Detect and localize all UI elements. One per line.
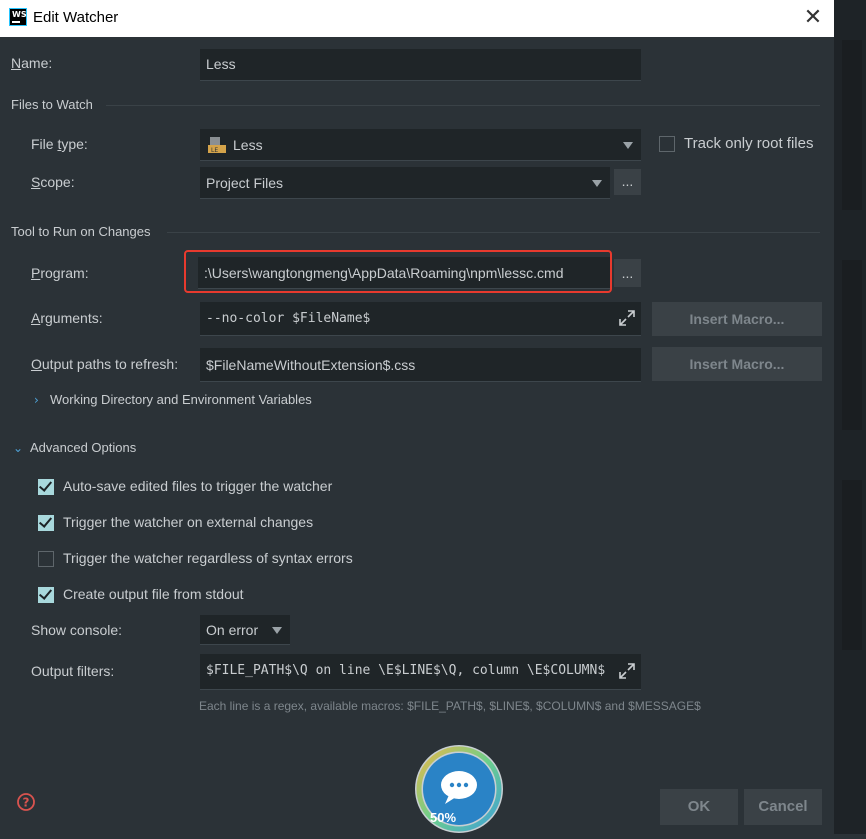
name-input[interactable]: Less — [200, 49, 641, 81]
advanced-options-toggle[interactable]: Advanced Options — [30, 440, 136, 455]
option-label: Create output file from stdout — [63, 586, 244, 602]
option-label: Trigger the watcher regardless of syntax… — [63, 550, 353, 566]
svg-text:?: ? — [23, 796, 30, 810]
expand-icon[interactable] — [618, 662, 636, 680]
webstorm-app-icon: WS — [9, 8, 27, 26]
program-browse-button[interactable]: ... — [614, 259, 641, 287]
background-window-strip — [834, 0, 866, 834]
scope-browse-button[interactable]: ... — [614, 169, 641, 195]
output-filters-input[interactable]: $FILE_PATH$\Q on line \E$LINE$\Q, column… — [200, 654, 641, 690]
name-label: Name: — [11, 55, 53, 71]
arguments-label: Arguments: — [31, 310, 103, 326]
chevron-down-icon — [623, 142, 633, 149]
track-root-label: Track only root files — [684, 135, 814, 152]
chevron-down-icon — [272, 627, 282, 634]
section-separator — [167, 232, 820, 233]
chevron-down-icon[interactable]: ⌄ — [13, 441, 23, 455]
help-icon[interactable]: ? — [16, 792, 36, 812]
section-separator — [106, 105, 820, 106]
option-checkbox[interactable] — [38, 587, 54, 603]
option-label: Auto-save edited files to trigger the wa… — [63, 478, 333, 494]
output-paths-input[interactable]: $FileNameWithoutExtension$.css — [200, 348, 641, 382]
files-to-watch-section-title: Files to Watch — [11, 97, 93, 112]
ok-button[interactable]: OK — [660, 789, 738, 825]
file-type-select[interactable]: LE Less — [200, 129, 641, 161]
scope-label: Scope: — [31, 174, 75, 190]
expand-icon[interactable] — [618, 309, 636, 327]
scope-select[interactable]: Project Files — [200, 167, 610, 199]
option-checkbox[interactable] — [38, 515, 54, 531]
dialog-body: Name: Less Files to Watch File type: LE … — [0, 37, 834, 834]
assistant-overlay-widget[interactable]: 50% — [411, 741, 507, 834]
output-filters-label: Output filters: — [31, 663, 115, 679]
output-filters-hint: Each line is a regex, available macros: … — [199, 699, 701, 713]
cancel-button[interactable]: Cancel — [744, 789, 822, 825]
option-label: Trigger the watcher on external changes — [63, 514, 314, 530]
show-console-value: On error — [206, 622, 259, 638]
scope-value: Project Files — [206, 175, 284, 191]
close-icon[interactable]: ✕ — [800, 5, 826, 31]
program-label: Program: — [31, 265, 89, 281]
highlight-annotation — [184, 250, 612, 293]
less-file-icon: LE — [208, 136, 226, 154]
chevron-right-icon[interactable]: › — [34, 393, 39, 407]
tool-section-title: Tool to Run on Changes — [11, 224, 151, 239]
title-bar: WS Edit Watcher ✕ — [0, 0, 834, 37]
working-dir-toggle[interactable]: Working Directory and Environment Variab… — [50, 392, 312, 407]
show-console-select[interactable]: On error — [200, 615, 290, 645]
arguments-input[interactable]: --no-color $FileName$ — [200, 302, 641, 336]
file-type-label: File type: — [31, 136, 88, 152]
insert-macro-button[interactable]: Insert Macro... — [652, 302, 822, 336]
file-type-value: Less — [233, 137, 263, 153]
window-title: Edit Watcher — [33, 9, 119, 26]
option-checkbox[interactable] — [38, 551, 54, 567]
output-paths-label: Output paths to refresh: — [31, 356, 179, 372]
chevron-down-icon — [592, 180, 602, 187]
track-root-checkbox[interactable] — [659, 136, 675, 152]
svg-text:LE: LE — [211, 147, 218, 154]
insert-macro-button[interactable]: Insert Macro... — [652, 347, 822, 381]
option-checkbox[interactable] — [38, 479, 54, 495]
show-console-label: Show console: — [31, 622, 123, 638]
progress-percent: 50% — [430, 810, 457, 825]
